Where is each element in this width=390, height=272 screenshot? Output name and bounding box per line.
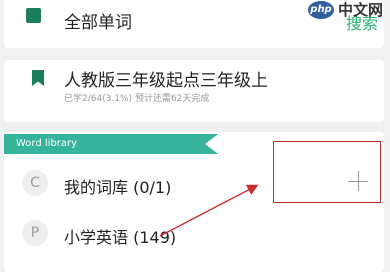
- watermark: php 中文网: [308, 0, 386, 36]
- library-initial-badge: C: [22, 170, 48, 196]
- bookmark-icon: [32, 70, 44, 86]
- library-initial-badge: P: [22, 220, 48, 246]
- book-icon: [26, 8, 41, 23]
- watermark-logo: php: [308, 1, 334, 19]
- library-item-my-library[interactable]: 我的词库 (0/1): [64, 174, 171, 198]
- current-book-card[interactable]: 人教版三年级起点三年级上 已学2/64(3.1%) 预计还需62天完成: [4, 60, 384, 122]
- library-item-primary-english[interactable]: 小学英语 (149): [64, 224, 176, 248]
- all-words-label: 全部单词: [64, 13, 132, 33]
- plus-icon-vertical: [358, 171, 359, 191]
- watermark-text: 中文网: [338, 1, 384, 19]
- add-library-button[interactable]: [273, 141, 381, 203]
- book-title: 人教版三年级起点三年级上: [64, 71, 268, 91]
- book-progress-text: 已学2/64(3.1%) 预计还需62天完成: [64, 94, 210, 104]
- word-library-tab: Word library: [4, 134, 218, 154]
